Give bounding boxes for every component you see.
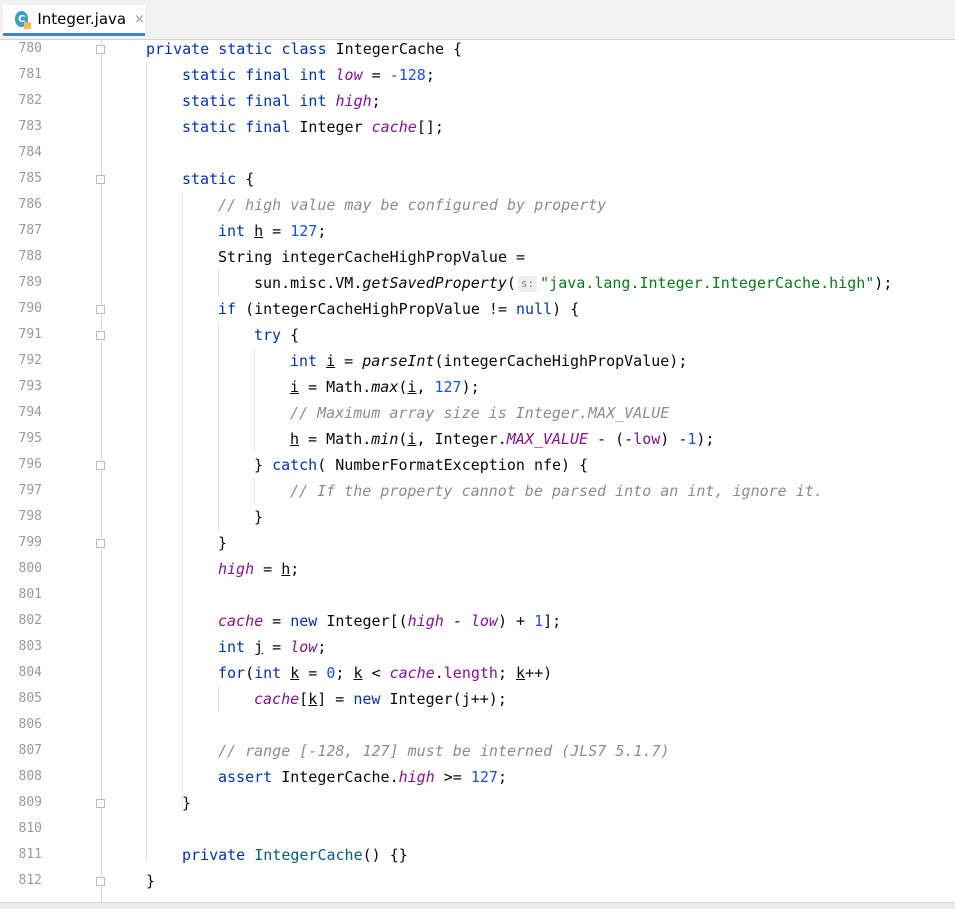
code-line-788: String integerCacheHighPropValue = [218,248,526,266]
code-line-808: assert IntegerCache.high >= 127; [218,768,507,786]
code-line-795: h = Math.min(i, Integer.MAX_VALUE - (-lo… [290,430,715,448]
line-number: 811 [18,847,42,862]
line-number: 807 [18,743,42,758]
line-number: 780 [18,41,42,56]
indent-guide [218,322,219,530]
line-number: 789 [18,275,42,290]
code-line-791: try { [254,326,300,344]
line-number-gutter: 780 781 782 783 784 785 786 787 788 789 … [0,40,102,902]
line-number: 799 [18,535,42,550]
line-number: 805 [18,691,42,706]
fold-marker[interactable] [96,461,105,470]
code-line-792: int i = parseInt(integerCacheHighPropVal… [290,352,688,370]
line-number: 787 [18,223,42,238]
line-number: 784 [18,145,42,160]
code-line-797: // If the property cannot be parsed into… [290,482,823,500]
line-number: 808 [18,769,42,784]
line-number: 795 [18,431,42,446]
editor-tab-bar: C Integer.java × [0,0,955,40]
line-number: 804 [18,665,42,680]
line-number: 783 [18,119,42,134]
indent-guide [218,686,219,712]
line-number: 791 [18,327,42,342]
code-line-782: static final int high; [182,92,381,110]
line-number: 806 [18,717,42,732]
code-line-798: } [254,508,264,526]
indent-guide [218,270,219,296]
code-line-783: static final Integer cache[]; [182,118,444,136]
code-line-807: // range [-128, 127] must be interned (J… [218,742,670,760]
line-number: 809 [18,795,42,810]
line-number: 796 [18,457,42,472]
line-number: 781 [18,67,42,82]
line-number: 786 [18,197,42,212]
line-number: 812 [18,873,42,888]
code-editor[interactable]: 780 781 782 783 784 785 786 787 788 789 … [0,40,955,902]
line-number: 788 [18,249,42,264]
code-line-804: for(int k = 0; k < cache.length; k++) [218,664,553,682]
code-line-790: if (integerCacheHighPropValue != null) { [218,300,580,318]
line-number: 792 [18,353,42,368]
line-number: 782 [18,93,42,108]
indent-guide [182,192,183,810]
code-line-780: private static class IntegerCache { [146,40,463,58]
code-line-781: static final int low = -128; [182,66,435,84]
close-icon[interactable]: × [134,12,145,27]
line-number: 803 [18,639,42,654]
line-number: 801 [18,587,42,602]
fold-marker[interactable] [96,877,105,886]
fold-marker[interactable] [96,305,105,314]
code-line-794: // Maximum array size is Integer.MAX_VAL… [290,404,670,422]
line-number: 785 [18,171,42,186]
code-line-811: private IntegerCache() {} [182,846,408,864]
fold-marker[interactable] [96,799,105,808]
parameter-hint: s: [517,275,538,292]
java-class-icon: C [15,11,32,29]
indent-guide [146,62,147,862]
tab-integer-java[interactable]: C Integer.java × [3,5,145,36]
indent-guide [254,478,255,504]
line-number: 800 [18,561,42,576]
line-number: 810 [18,821,42,836]
code-line-786: // high value may be configured by prope… [218,196,607,214]
indent-guide [254,348,255,452]
code-line-796: } catch( NumberFormatException nfe) { [254,456,589,474]
code-line-800: high = h; [218,560,300,578]
line-number: 794 [18,405,42,420]
line-number: 802 [18,613,42,628]
code-line-799: } [218,534,228,552]
line-number: 790 [18,301,42,316]
code-line-805: cache[k] = new Integer(j++); [254,690,507,708]
line-number: 798 [18,509,42,524]
code-line-803: int j = low; [218,638,327,656]
code-line-793: i = Math.max(i, 127); [290,378,480,396]
horizontal-scrollbar[interactable] [0,902,955,909]
code-line-802: cache = new Integer[(high - low) + 1]; [218,612,562,630]
tab-label: Integer.java [37,10,127,28]
line-number: 793 [18,379,42,394]
code-line-812: } [146,872,156,890]
code-line-809: } [182,794,192,812]
fold-marker[interactable] [96,45,105,54]
code-line-785: static { [182,170,255,188]
fold-marker[interactable] [96,331,105,340]
fold-marker[interactable] [96,539,105,548]
code-line-789: sun.misc.VM.getSavedProperty(s: "java.lan… [254,274,893,292]
code-line-787: int h = 127; [218,222,327,240]
fold-marker[interactable] [96,175,105,184]
line-number: 797 [18,483,42,498]
